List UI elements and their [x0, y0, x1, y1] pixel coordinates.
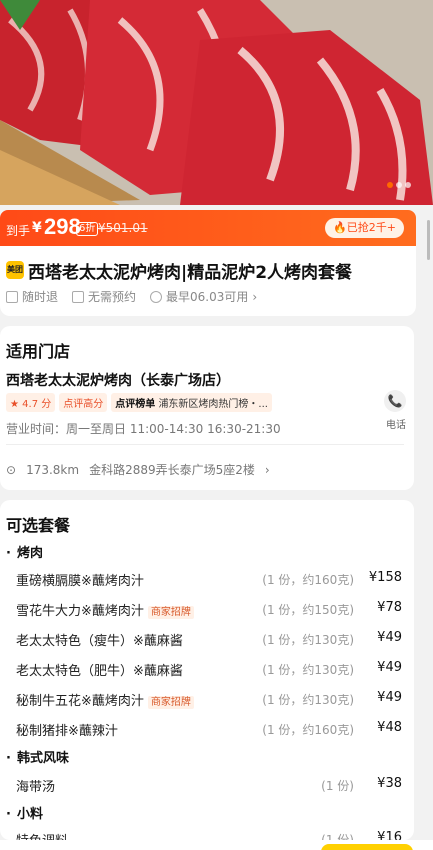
product-hero-image[interactable] — [0, 0, 433, 205]
carousel-dot[interactable] — [387, 182, 393, 188]
package-item: 重磅横膈膜※蘸烤肉汁 (1 份，约160克) ¥158 — [0, 570, 414, 590]
deal-title: 西塔老太太泥炉烤肉|精品泥炉2人烤肉套餐 — [28, 263, 353, 283]
package-group-title: 韩式风味 — [6, 747, 69, 766]
package-item: 雪花牛大力※蘸烤肉汁 商家招牌 (1 份，约150克) ¥78 — [0, 600, 414, 620]
flame-icon: 🔥 — [333, 221, 347, 234]
phone-icon: 📞 — [387, 394, 403, 408]
chevron-right-icon: › — [264, 462, 270, 477]
currency-symbol: ¥ — [32, 220, 42, 236]
package-item: 老太太特色（肥牛）※蘸麻酱 (1 份，约130克) ¥49 — [0, 660, 414, 680]
item-qty: (1 份，约130克) — [262, 633, 354, 647]
package-item: 老太太特色（瘦牛）※蘸麻酱 (1 份，约130克) ¥49 — [0, 630, 414, 650]
feature-label: 最早06.03可用 — [166, 290, 249, 304]
rank-title: 点评榜单 — [115, 399, 156, 410]
feature-available-date: 最早06.03可用 › — [150, 288, 257, 305]
rating-tag: 点评高分 — [59, 393, 108, 412]
package-item: 秘制猪排※蘸辣汁 (1 份，约160克) ¥48 — [0, 720, 414, 740]
package-group-title: 小料 — [6, 803, 43, 822]
price-bar: 到手 ¥ 298 6折 ¥501.01 🔥已抢2千+ — [0, 210, 416, 246]
check-circle-icon — [150, 290, 163, 303]
merchant-signature-tag: 商家招牌 — [147, 696, 194, 709]
merchant-signature-tag: 商家招牌 — [147, 606, 194, 619]
item-name: 秘制牛五花※蘸烤肉汁 — [16, 694, 144, 709]
phone-button[interactable]: 📞 — [384, 390, 406, 412]
feature-no-reservation: 无需预约 — [72, 288, 136, 305]
deal-features[interactable]: 随时退 无需预约 最早06.03可用 › — [6, 288, 257, 305]
rank-badge: 点评榜单 浦东新区烤肉热门榜・... — [111, 393, 272, 412]
store-address: 金科路2889弄长泰广场5座2楼 — [89, 463, 255, 477]
sold-count-text: 已抢2千+ — [346, 221, 396, 234]
item-name: 海带汤 — [16, 780, 56, 795]
refund-icon — [6, 290, 18, 303]
divider — [6, 444, 404, 445]
item-name: 重磅横膈膜※蘸烤肉汁 — [16, 574, 144, 589]
item-qty: (1 份，约160克) — [262, 573, 354, 587]
feature-label: 无需预约 — [88, 290, 137, 304]
star-icon: ★ — [10, 399, 19, 410]
carousel-dot[interactable] — [405, 182, 411, 188]
package-group-title: 烤肉 — [6, 542, 43, 561]
location-pin-icon: ⊙ — [6, 462, 17, 477]
meituan-logo: 美团 — [6, 261, 24, 279]
bottom-action-bar — [0, 840, 433, 850]
item-price: ¥158 — [368, 570, 402, 585]
store-name[interactable]: 西塔老太太泥炉烤肉（长泰广场店） — [6, 370, 230, 390]
discount-badge: 6折 — [76, 222, 99, 236]
item-qty: (1 份，约130克) — [262, 693, 354, 707]
buy-button[interactable] — [321, 844, 413, 850]
carousel-dot[interactable] — [396, 182, 402, 188]
deal-title-card: 美团 西塔老太太泥炉烤肉|精品泥炉2人烤肉套餐 随时退 无需预约 最早06.03… — [0, 246, 416, 316]
item-qty: (1 份，约160克) — [262, 723, 354, 737]
item-price: ¥48 — [377, 720, 402, 735]
item-price: ¥49 — [377, 660, 402, 675]
rank-detail: 浦东新区烤肉热门榜・... — [158, 399, 268, 410]
package-card: 可选套餐 烤肉 重磅横膈膜※蘸烤肉汁 (1 份，约160克) ¥158 雪花牛大… — [0, 500, 414, 840]
feature-refund: 随时退 — [6, 288, 58, 305]
item-qty: (1 份) — [321, 779, 354, 793]
item-name: 秘制猪排※蘸辣汁 — [16, 724, 118, 739]
store-card: 适用门店 西塔老太太泥炉烤肉（长泰广场店） ★ 4.7 分 点评高分 点评榜单 … — [0, 326, 414, 490]
beef-photo — [0, 0, 433, 205]
item-price: ¥78 — [377, 600, 402, 615]
item-qty: (1 份，约150克) — [262, 603, 354, 617]
chevron-right-icon: › — [252, 289, 258, 304]
calendar-icon — [72, 290, 85, 303]
item-name: 老太太特色（肥牛）※蘸麻酱 — [16, 664, 183, 679]
rating-badge: ★ 4.7 分 — [6, 393, 56, 412]
store-distance: 173.8km — [26, 462, 80, 477]
item-qty: (1 份) — [321, 833, 354, 840]
item-name: 老太太特色（瘦牛）※蘸麻酱 — [16, 634, 183, 649]
section-title-store: 适用门店 — [6, 342, 71, 361]
package-item: 海带汤 (1 份) ¥38 — [0, 776, 414, 796]
item-price: ¥49 — [377, 630, 402, 645]
item-name-wrap: 雪花牛大力※蘸烤肉汁 商家招牌 — [16, 600, 194, 619]
store-rating-row[interactable]: ★ 4.7 分 点评高分 点评榜单 浦东新区烤肉热门榜・... — [6, 393, 272, 412]
package-item: 特色调料 (1 份) ¥16 — [0, 830, 414, 840]
phone-label: 电话 — [386, 420, 406, 431]
item-price: ¥16 — [377, 830, 402, 840]
item-price: ¥38 — [377, 776, 402, 791]
store-hours: 营业时间：周一至周日 11:00-14:30 16:30-21:30 — [6, 422, 281, 436]
item-price: ¥49 — [377, 690, 402, 705]
original-price: ¥501.01 — [98, 221, 148, 235]
scrollbar[interactable] — [427, 220, 430, 260]
package-item: 秘制牛五花※蘸烤肉汁 商家招牌 (1 份，约130克) ¥49 — [0, 690, 414, 710]
item-qty: (1 份，约130克) — [262, 663, 354, 677]
feature-label: 随时退 — [22, 290, 59, 304]
item-name-wrap: 秘制牛五花※蘸烤肉汁 商家招牌 — [16, 690, 194, 709]
carousel-dots — [387, 182, 411, 188]
item-name: 特色调料 — [16, 830, 68, 840]
sold-count-badge: 🔥已抢2千+ — [325, 218, 404, 238]
store-address-row[interactable]: ⊙ 173.8km 金科路2889弄长泰广场5座2楼 › — [6, 461, 270, 478]
section-title-package: 可选套餐 — [6, 516, 71, 535]
item-name: 雪花牛大力※蘸烤肉汁 — [16, 604, 144, 619]
price-label: 到手 — [6, 224, 31, 238]
rating-value: 4.7 分 — [22, 399, 52, 410]
